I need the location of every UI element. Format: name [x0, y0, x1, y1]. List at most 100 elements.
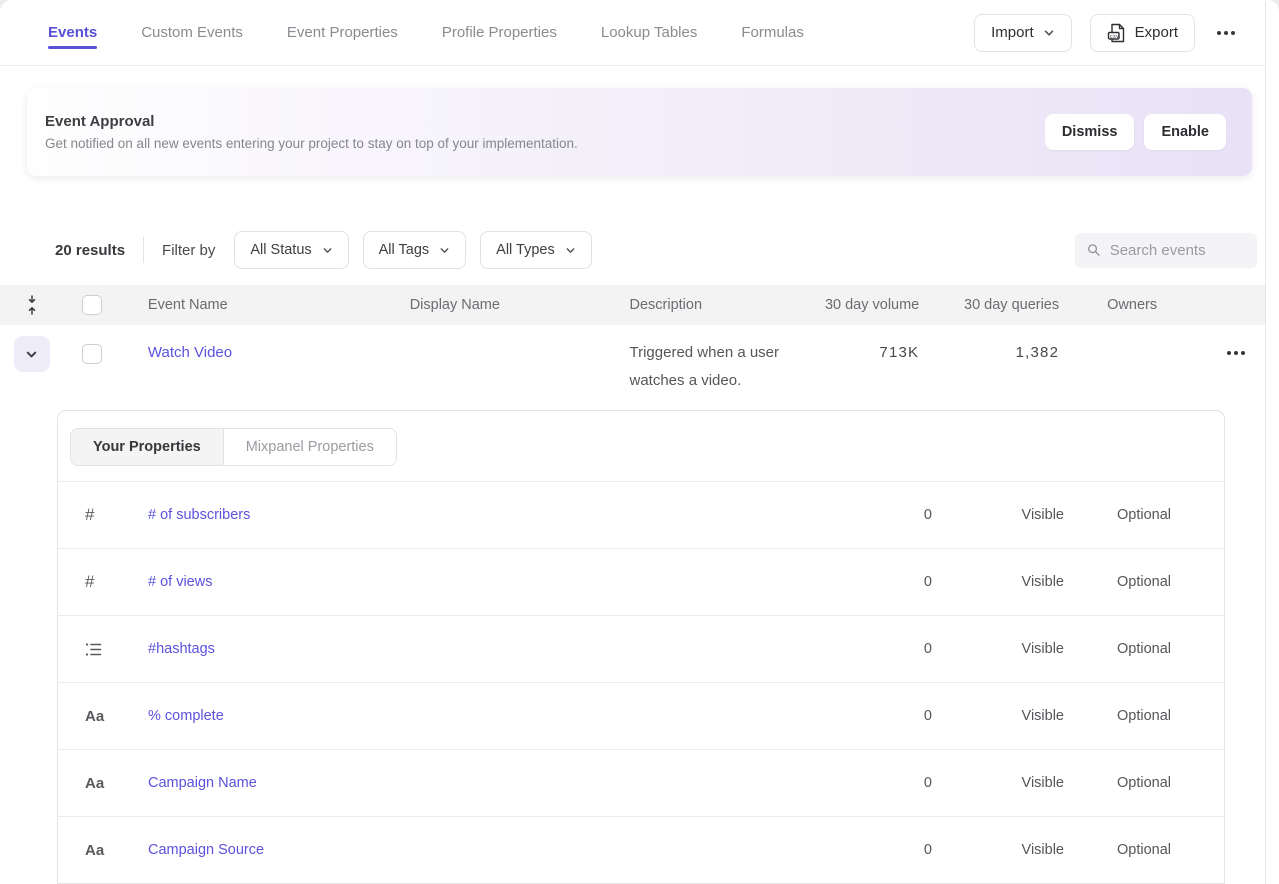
dismiss-button[interactable]: Dismiss: [1045, 114, 1135, 150]
collapse-all-icon[interactable]: [24, 295, 40, 315]
export-button-label: Export: [1135, 24, 1178, 41]
event-description-cell: Triggered when a user watches a video.: [630, 339, 810, 395]
column-description: Description: [630, 297, 810, 313]
tab-profile-properties[interactable]: Profile Properties: [442, 0, 557, 65]
text-type-icon: Aa: [85, 842, 104, 859]
property-row: Aa Campaign Name 0 Visible Optional: [58, 749, 1224, 816]
property-row: # # of views 0 Visible Optional: [58, 548, 1224, 615]
property-name-link[interactable]: #hashtags: [148, 641, 215, 657]
csv-file-icon: csv: [1107, 23, 1126, 43]
status-filter-dropdown[interactable]: All Status: [234, 231, 348, 269]
event-approval-banner: Event Approval Get notified on all new e…: [27, 88, 1252, 176]
types-filter-dropdown[interactable]: All Types: [480, 231, 592, 269]
tags-filter-dropdown[interactable]: All Tags: [363, 231, 467, 269]
property-value: 0: [852, 775, 932, 791]
properties-tab-bar: Your Properties Mixpanel Properties: [58, 411, 1224, 481]
event-row-watch-video: Watch Video Triggered when a user watche…: [0, 325, 1265, 395]
app-window: Events Custom Events Event Properties Pr…: [0, 0, 1279, 884]
property-name-link[interactable]: Campaign Source: [148, 842, 264, 858]
tab-event-properties[interactable]: Event Properties: [287, 0, 398, 65]
filter-bar: 20 results Filter by All Status All Tags…: [0, 231, 1265, 269]
svg-text:csv: csv: [1109, 33, 1118, 39]
property-value: 0: [852, 708, 932, 724]
property-requirement[interactable]: Optional: [1064, 708, 1171, 724]
divider: [143, 237, 144, 263]
number-type-icon: #: [85, 572, 94, 591]
banner-title: Event Approval: [45, 113, 578, 130]
column-owners: Owners: [1059, 297, 1206, 313]
filter-by-label: Filter by: [162, 242, 215, 259]
search-icon: [1087, 242, 1101, 258]
chevron-down-icon: [565, 245, 576, 256]
ellipsis-icon: [1234, 351, 1238, 355]
text-type-icon: Aa: [85, 708, 104, 725]
property-row: #hashtags 0 Visible Optional: [58, 615, 1224, 682]
property-visibility[interactable]: Visible: [932, 507, 1064, 523]
main-scroll-area: Events Custom Events Event Properties Pr…: [0, 0, 1266, 884]
property-requirement[interactable]: Optional: [1064, 574, 1171, 590]
property-requirement[interactable]: Optional: [1064, 775, 1171, 791]
tags-filter-label: All Tags: [379, 242, 430, 258]
property-name-link[interactable]: % complete: [148, 708, 224, 724]
property-value: 0: [852, 507, 932, 523]
row-more-menu-button[interactable]: [1223, 339, 1249, 367]
import-button-label: Import: [991, 24, 1034, 41]
chevron-down-icon: [439, 245, 450, 256]
scrollbar-gutter[interactable]: [1266, 0, 1279, 884]
more-menu-button[interactable]: [1213, 14, 1239, 52]
import-button[interactable]: Import: [974, 14, 1072, 52]
properties-segmented-control: Your Properties Mixpanel Properties: [70, 428, 397, 466]
ellipsis-icon: [1224, 31, 1228, 35]
property-value: 0: [852, 574, 932, 590]
property-visibility[interactable]: Visible: [932, 708, 1064, 724]
list-type-icon: [85, 642, 102, 657]
banner-actions: Dismiss Enable: [1045, 114, 1226, 150]
property-row: Aa % complete 0 Visible Optional: [58, 682, 1224, 749]
search-input[interactable]: [1110, 242, 1245, 259]
events-table-header: Event Name Display Name Description 30 d…: [0, 285, 1265, 325]
tab-formulas[interactable]: Formulas: [741, 0, 804, 65]
results-count: 20 results: [55, 242, 125, 259]
number-type-icon: #: [85, 505, 94, 524]
status-filter-label: All Status: [250, 242, 311, 258]
event-queries-cell: 1,382: [919, 339, 1059, 367]
search-box: [1075, 233, 1257, 268]
column-30-day-queries: 30 day queries: [919, 297, 1059, 313]
column-event-name: Event Name: [120, 297, 410, 313]
collapse-row-button[interactable]: [14, 336, 50, 372]
event-properties-panel: Your Properties Mixpanel Properties # # …: [57, 410, 1225, 884]
property-visibility[interactable]: Visible: [932, 574, 1064, 590]
column-30-day-volume: 30 day volume: [809, 297, 919, 313]
text-type-icon: Aa: [85, 775, 104, 792]
banner-description: Get notified on all new events entering …: [45, 136, 578, 151]
property-value: 0: [852, 842, 932, 858]
tab-events[interactable]: Events: [48, 0, 97, 65]
tab-lookup-tables[interactable]: Lookup Tables: [601, 0, 697, 65]
property-row: Aa Campaign Source 0 Visible Optional: [58, 816, 1224, 883]
row-checkbox[interactable]: [82, 344, 102, 364]
event-name-link[interactable]: Watch Video: [148, 344, 232, 361]
property-name-link[interactable]: # of subscribers: [148, 507, 250, 523]
column-display-name: Display Name: [410, 297, 630, 313]
tab-custom-events[interactable]: Custom Events: [141, 0, 243, 65]
event-volume-cell: 713K: [809, 339, 919, 367]
property-visibility[interactable]: Visible: [932, 775, 1064, 791]
property-visibility[interactable]: Visible: [932, 842, 1064, 858]
top-navigation: Events Custom Events Event Properties Pr…: [0, 0, 1265, 66]
property-requirement[interactable]: Optional: [1064, 507, 1171, 523]
chevron-down-icon: [25, 348, 38, 361]
tab-mixpanel-properties[interactable]: Mixpanel Properties: [224, 429, 396, 465]
property-name-link[interactable]: # of views: [148, 574, 212, 590]
export-button[interactable]: csv Export: [1090, 14, 1195, 52]
types-filter-label: All Types: [496, 242, 555, 258]
property-visibility[interactable]: Visible: [932, 641, 1064, 657]
property-requirement[interactable]: Optional: [1064, 641, 1171, 657]
enable-button[interactable]: Enable: [1144, 114, 1226, 150]
property-requirement[interactable]: Optional: [1064, 842, 1171, 858]
property-name-link[interactable]: Campaign Name: [148, 775, 257, 791]
lexicon-tabs: Events Custom Events Event Properties Pr…: [48, 0, 804, 65]
tab-your-properties[interactable]: Your Properties: [71, 429, 224, 465]
select-all-checkbox[interactable]: [82, 295, 102, 315]
banner-text: Event Approval Get notified on all new e…: [45, 113, 578, 151]
property-row: # # of subscribers 0 Visible Optional: [58, 481, 1224, 548]
